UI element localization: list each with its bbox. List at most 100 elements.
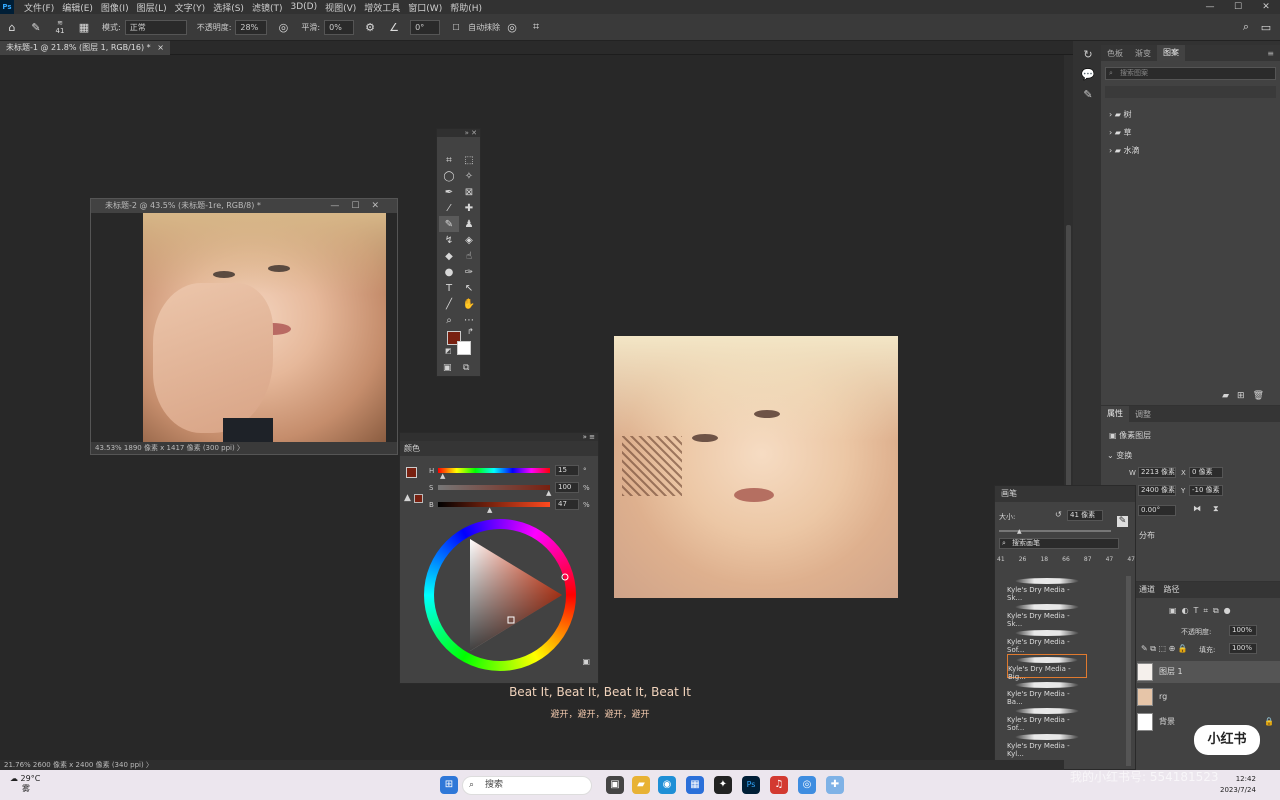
hue-slider[interactable] (438, 468, 550, 473)
tab-adjustments[interactable]: 调整 (1129, 409, 1157, 420)
swap-colors-icon[interactable]: ↱ (467, 327, 474, 336)
file-explorer-icon[interactable]: ▰ (632, 776, 650, 794)
flip-horizontal-icon[interactable]: ⧓ (1193, 504, 1201, 513)
menu-3d[interactable]: 3D(D) (290, 2, 317, 12)
zoom-tool-icon[interactable]: ⌕ (439, 312, 459, 328)
menu-layer[interactable]: 图层(L) (137, 1, 167, 14)
menu-image[interactable]: 图像(I) (101, 1, 129, 14)
close-button[interactable]: ✕ (1252, 0, 1280, 14)
tab-patterns[interactable]: 图案 (1157, 45, 1185, 61)
layer-row[interactable]: 图层 1 (1137, 661, 1280, 683)
menu-type[interactable]: 文字(Y) (175, 1, 206, 14)
maximize-button[interactable]: ☐ (1224, 0, 1252, 14)
panel-resize-icon[interactable]: ▣ (582, 657, 590, 666)
quick-mask-icon[interactable]: ▣ (443, 363, 452, 373)
filter-pixel-icon[interactable]: ▣ (1169, 606, 1182, 615)
brush-item[interactable]: Kyle's Dry Media - Sk... (1007, 602, 1087, 628)
default-colors-icon[interactable]: ◩ (445, 347, 452, 355)
hue-field[interactable]: 15 (555, 465, 579, 476)
app-icon-blue[interactable]: ◎ (798, 776, 816, 794)
system-clock[interactable]: 12:42 2023/7/24 (1220, 774, 1256, 796)
mode-select[interactable]: 正常 (124, 19, 187, 35)
menu-select[interactable]: 选择(S) (213, 1, 244, 14)
brush-item[interactable]: Kyle's Dry Media - Sof... (1007, 706, 1087, 732)
auto-erase-checkbox[interactable]: ☐ (447, 18, 465, 36)
brush-preset[interactable]: 47 (1127, 556, 1135, 563)
x-field[interactable]: 0 像素 (1189, 467, 1223, 478)
smudge-tool-icon[interactable]: ☝ (459, 248, 479, 264)
tab-paths[interactable]: 路径 (1164, 585, 1180, 594)
brush-preset[interactable]: 18 (1040, 556, 1048, 563)
brush-preset[interactable]: 41 (997, 556, 1005, 563)
tab-gradients[interactable]: 渐变 (1129, 48, 1157, 59)
crop-tool-icon[interactable]: ⌗ (439, 152, 459, 168)
pen-tool-icon[interactable]: ✒ (439, 184, 459, 200)
brush-item[interactable]: Kyle's Dry Media - Kyl... (1007, 732, 1087, 758)
brushes-panel-tab[interactable]: 画笔 (995, 486, 1135, 502)
brush-preset[interactable]: 26 (1019, 556, 1027, 563)
frame-tool-icon[interactable]: ⊠ (459, 184, 479, 200)
store-icon[interactable]: ▦ (686, 776, 704, 794)
magic-wand-tool-icon[interactable]: ✧ (459, 168, 479, 184)
y-field[interactable]: -10 像素 (1189, 485, 1223, 496)
eyedropper-tool-icon[interactable]: ⁄ (439, 200, 459, 216)
marquee-tool-icon[interactable]: ⬚ (459, 152, 479, 168)
search-icon[interactable]: ⌕ (1237, 18, 1255, 36)
saturation-slider-thumb[interactable]: ▲ (546, 489, 551, 497)
menu-help[interactable]: 帮助(H) (450, 1, 482, 14)
brush-size-field[interactable]: 41 像素 (1067, 510, 1103, 521)
brush-search-input[interactable]: ⌕ 搜索画笔 (999, 538, 1119, 549)
new-group-icon[interactable]: ▰ (1222, 391, 1237, 401)
pattern-group-water[interactable]: › ▰ 水滴 (1101, 142, 1280, 160)
eraser-tool-icon[interactable]: ◈ (459, 232, 479, 248)
edge-browser-icon[interactable]: ◉ (658, 776, 676, 794)
brightness-field[interactable]: 47 (555, 499, 579, 510)
history-brush-tool-icon[interactable]: ↯ (439, 232, 459, 248)
menu-file[interactable]: 文件(F) (24, 1, 54, 14)
brush-size-slider[interactable] (999, 530, 1111, 532)
taskbar-search-box[interactable]: ⌕ 搜索 (462, 776, 592, 795)
tab-channels[interactable]: 通道 (1139, 585, 1155, 594)
path-select-tool-icon[interactable]: ↖ (459, 280, 479, 296)
brightness-slider-thumb[interactable]: ▲ (487, 506, 492, 514)
app-icon-dark[interactable]: ✦ (714, 776, 732, 794)
minimize-button[interactable]: — (1196, 0, 1224, 14)
pen-anchor-tool-icon[interactable]: ✑ (459, 264, 479, 280)
lock-icons[interactable]: ✎ ⧉ ⬚ ⊕ 🔒 (1141, 644, 1188, 654)
start-button-icon[interactable]: ⊞ (440, 776, 458, 794)
web-safe-swatch[interactable] (414, 494, 423, 503)
brush-settings-toggle-icon[interactable]: ✎ (1117, 516, 1128, 527)
saturation-slider[interactable] (438, 485, 550, 490)
pattern-group-grass[interactable]: › ▰ 草 (1101, 124, 1280, 142)
flip-vertical-icon[interactable]: ⧗ (1213, 504, 1219, 514)
patterns-menu-icon[interactable]: ≡ (1261, 49, 1280, 58)
width-field[interactable]: 2213 像素 (1138, 467, 1176, 478)
filter-shape-icon[interactable]: ⌗ (1203, 606, 1213, 615)
angle-field[interactable]: 0.00° (1138, 505, 1176, 516)
saturation-field[interactable]: 100 (555, 482, 579, 493)
comments-panel-icon[interactable]: 💬 (1078, 68, 1098, 88)
brush-preset-picker[interactable]: ≋ 41 (51, 18, 69, 36)
reset-icon[interactable]: ↺ (1055, 510, 1062, 519)
menu-edit[interactable]: 编辑(E) (62, 1, 93, 14)
line-tool-icon[interactable]: ╱ (439, 296, 459, 312)
color-panel-fg-swatch[interactable] (406, 467, 417, 478)
menu-window[interactable]: 窗口(W) (408, 1, 442, 14)
layer-row[interactable]: rg (1137, 686, 1280, 708)
brush-list-scrollbar[interactable] (1126, 576, 1131, 766)
task-view-icon[interactable]: ▣ (606, 776, 624, 794)
brightness-slider[interactable] (438, 502, 550, 507)
brush-preset[interactable]: 66 (1062, 556, 1070, 563)
menu-view[interactable]: 视图(V) (325, 1, 356, 14)
dodge-tool-icon[interactable]: ● (439, 264, 459, 280)
document-window-title[interactable]: 未标题-2 @ 43.5% (未标题-1re, RGB/8) * —☐✕ (91, 199, 397, 213)
filter-smart-icon[interactable]: ⧉ (1213, 606, 1224, 615)
new-pattern-icon[interactable]: ⊞ (1237, 391, 1253, 401)
color-panel-header[interactable]: » ≡ (400, 433, 598, 441)
transform-section[interactable]: ⌄ 变换 (1107, 450, 1132, 461)
menu-filter[interactable]: 滤镜(T) (252, 1, 283, 14)
filter-toggle-icon[interactable]: ● (1224, 606, 1236, 615)
pattern-group-trees[interactable]: › ▰ 树 (1101, 106, 1280, 124)
bucket-tool-icon[interactable]: ◆ (439, 248, 459, 264)
brush-settings-icon[interactable]: ▦ (75, 18, 93, 36)
